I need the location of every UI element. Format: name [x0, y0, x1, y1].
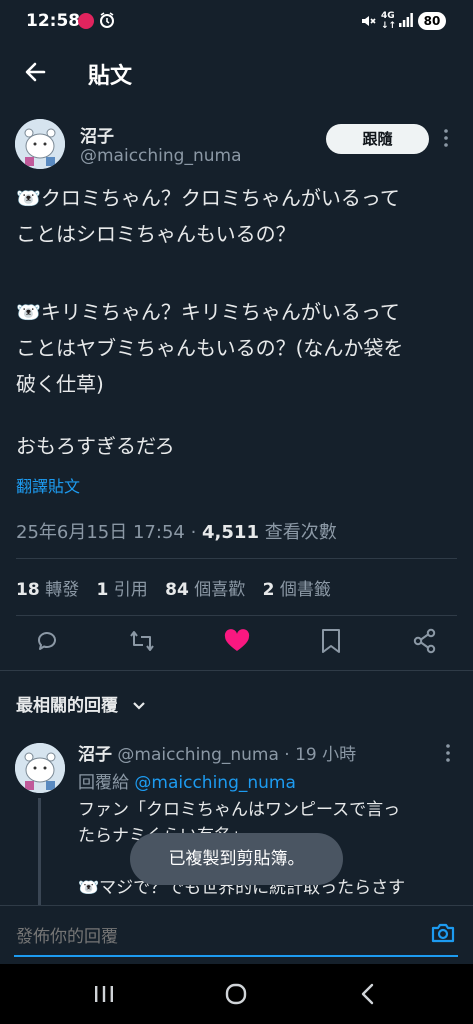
alarm-icon [99, 12, 115, 33]
toast-message: 已複製到剪貼簿。 [130, 833, 343, 885]
more-options-icon[interactable] [442, 128, 450, 152]
reply-author-handle[interactable]: @maicching_numa [117, 745, 278, 765]
replying-to: 回覆給 @maicching_numa [78, 768, 296, 793]
home-icon[interactable] [225, 983, 247, 1009]
quotes-count: 1 [96, 580, 109, 600]
battery-icon: 80 [418, 12, 446, 30]
reply-author-name[interactable]: 沼子 [78, 745, 112, 765]
signal-icon [399, 12, 413, 32]
tweet-line: 🐻‍❄️クロミちゃん？クロミちゃんがいるって [16, 186, 400, 210]
top-app-bar [0, 44, 473, 100]
timestamp: 25年6月15日 17:54 · [16, 522, 203, 543]
repost-icon[interactable] [129, 629, 155, 657]
recent-apps-icon[interactable] [93, 984, 115, 1008]
chevron-down-icon [132, 696, 146, 716]
reposts-count: 18 [16, 580, 40, 600]
tweet-body: 🐻‍❄️クロミちゃん？クロミちゃんがいるって ことはシロミちゃんもいるの？ 🐻‍… [16, 180, 461, 464]
reposts-stat[interactable]: 18 轉發 [16, 580, 79, 600]
quotes-label: 引用 [108, 580, 148, 600]
notification-badge-icon [78, 13, 94, 29]
translate-post-link[interactable]: 翻譯貼文 [16, 473, 80, 497]
reposts-label: 轉發 [39, 580, 80, 600]
thread-line [38, 798, 41, 908]
reply-icon[interactable] [35, 629, 59, 657]
replying-to-handle[interactable]: @maicching_numa [134, 773, 295, 793]
reply-more-options-icon[interactable] [444, 743, 452, 767]
replies-sort-dropdown[interactable]: 最相關的回覆 [16, 691, 146, 716]
timestamp-row: 25年6月15日 17:54 · 4,511 查看次數 [16, 518, 337, 544]
divider [0, 670, 473, 671]
back-nav-icon[interactable] [360, 983, 376, 1009]
divider [16, 558, 457, 559]
reply-input[interactable] [14, 920, 418, 954]
mute-icon [360, 13, 376, 33]
replies-sort-label: 最相關的回覆 [16, 696, 118, 716]
author-name[interactable]: 沼子 [80, 122, 114, 147]
follow-button[interactable]: 跟隨 [326, 124, 429, 154]
bookmarks-label: 個書籤 [274, 580, 331, 600]
author-handle[interactable]: @maicching_numa [80, 146, 241, 166]
views-label: 查看次數 [258, 522, 337, 543]
reply-avatar[interactable] [15, 743, 65, 793]
back-arrow-icon[interactable] [22, 58, 50, 86]
system-navigation-bar [0, 964, 473, 1024]
tweet-line [16, 402, 461, 428]
engagement-stats: 18 轉發 1 引用 84 個喜歡 2 個書籤 [16, 575, 331, 600]
tweet-line: 🐻‍❄️キリミちゃん？キリミちゃんがいるって [16, 300, 400, 324]
tweet-line: ことはシロミちゃんもいるの？ [16, 222, 296, 246]
like-heart-icon[interactable] [224, 629, 250, 657]
avatar[interactable] [15, 119, 65, 169]
reply-line: ファン「クロミちゃんはワンピースで言っ [78, 800, 401, 820]
bookmarks-stat[interactable]: 2 個書籤 [263, 580, 331, 600]
tweet-line: 破く仕草) [16, 372, 104, 396]
bookmark-icon[interactable] [320, 628, 342, 658]
status-bar: 12:58 4G ↓↑ 80 [0, 0, 473, 44]
tweet-line [16, 252, 461, 294]
camera-icon[interactable] [430, 922, 456, 948]
tweet-line: おもろすぎるだろ [16, 434, 175, 458]
status-time: 12:58 [26, 11, 81, 31]
network-4g-icon: 4G ↓↑ [381, 11, 397, 31]
likes-stat[interactable]: 84 個喜歡 [165, 580, 245, 600]
reply-input-underline [14, 955, 458, 957]
share-icon[interactable] [413, 628, 437, 658]
divider [16, 615, 457, 616]
likes-count: 84 [165, 580, 189, 600]
views-count: 4,511 [202, 522, 259, 543]
quotes-stat[interactable]: 1 引用 [96, 580, 147, 600]
page-title: 貼文 [88, 64, 133, 89]
likes-label: 個喜歡 [188, 580, 246, 600]
reply-time: · 19 小時 [278, 745, 357, 765]
replying-to-label: 回覆給 [78, 773, 135, 793]
bookmarks-count: 2 [262, 580, 275, 600]
reply-header: 沼子 @maicching_numa · 19 小時 [78, 740, 356, 765]
tweet-line: ことはヤブミちゃんもいるの？(なんか袋を [16, 336, 404, 360]
